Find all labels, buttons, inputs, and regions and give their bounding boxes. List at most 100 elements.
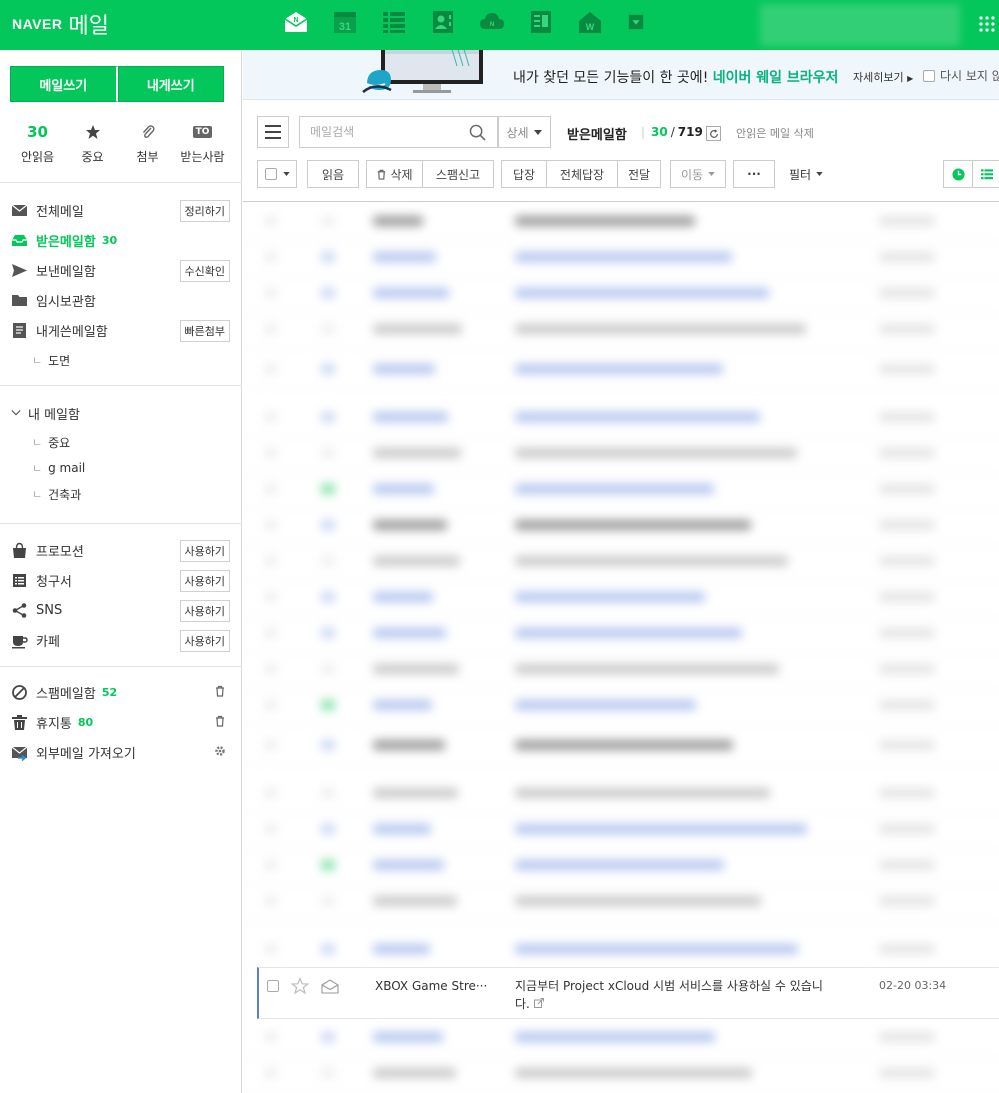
read-receipt-button[interactable]: 수신확인: [179, 260, 230, 282]
blurred-text-block: [265, 412, 277, 422]
enable-button[interactable]: 사용하기: [179, 630, 230, 652]
naver-mail-logo[interactable]: NAVER 메일: [12, 9, 109, 39]
forward-button[interactable]: 전달: [617, 160, 661, 188]
blurred-text-block: [515, 944, 798, 954]
spam-count: 52: [101, 685, 118, 699]
banner-highlight[interactable]: 네이버 웨일 브라우저: [713, 70, 839, 86]
folder-all-mail[interactable]: 전체메일 정리하기: [0, 195, 242, 225]
folder-spam[interactable]: 스팸메일함 52: [0, 677, 242, 707]
memo-app-icon[interactable]: [527, 8, 555, 36]
banner-hide-option[interactable]: 다시 보지 않: [923, 67, 999, 84]
row-divider: [243, 921, 999, 922]
smart-bills[interactable]: 청구서 사용하기: [0, 565, 242, 595]
smart-sns[interactable]: SNS 사용하기: [0, 595, 242, 625]
fetch-external-mail[interactable]: 외부메일 가져오기: [0, 737, 242, 767]
enable-button[interactable]: 사용하기: [179, 570, 230, 592]
write-mail-button[interactable]: 메일쓰기: [10, 66, 118, 102]
blurred-text-block: [265, 740, 277, 750]
refresh-button[interactable]: [706, 126, 721, 141]
todo-app-icon[interactable]: [380, 8, 408, 36]
mail-logo-text: 메일: [68, 14, 109, 39]
blurred-mail-row: [243, 314, 999, 350]
quick-attach-button[interactable]: 빠른첨부: [179, 320, 230, 342]
smart-cafe[interactable]: 카페 사용하기: [0, 625, 242, 655]
folder-trash[interactable]: 휴지통 80: [0, 707, 242, 737]
unread-count: 30: [27, 123, 48, 141]
mail-app-icon[interactable]: N: [282, 8, 310, 36]
contacts-app-icon[interactable]: [429, 8, 457, 36]
compose-buttons: 메일쓰기 내게쓰기: [10, 66, 224, 102]
write-to-self-button[interactable]: 내게쓰기: [117, 66, 224, 102]
banner-more-link[interactable]: 자세히보기 ▶: [853, 69, 913, 85]
subfolder-drawing[interactable]: ㄴ 도면: [32, 348, 70, 372]
select-all-dropdown[interactable]: [257, 160, 297, 188]
menu-button[interactable]: [257, 116, 289, 148]
blurred-text-block: [373, 896, 457, 906]
filter-dropdown[interactable]: 필터: [783, 160, 829, 188]
folder-self[interactable]: 내게쓴메일함 빠른첨부: [0, 315, 242, 345]
blurred-text-block: [515, 824, 807, 834]
mybox-item-gmail[interactable]: ㄴ g mail: [32, 456, 85, 480]
reply-button[interactable]: 답장: [501, 160, 547, 188]
folder-sent[interactable]: 보낸메일함 수신확인: [0, 255, 242, 285]
blurred-text-block: [515, 700, 696, 710]
cloud-app-icon[interactable]: N: [478, 8, 506, 36]
mybox-item-important[interactable]: ㄴ 중요: [32, 430, 70, 454]
move-dropdown[interactable]: 이동: [670, 160, 726, 188]
smart-promotion[interactable]: 프로모션 사용하기: [0, 535, 242, 565]
blurred-text-block: [321, 364, 335, 374]
envelope-open-icon[interactable]: [321, 979, 339, 994]
send-icon: [11, 263, 27, 277]
folder-drafts[interactable]: 임시보관함: [0, 285, 242, 315]
delete-button[interactable]: 삭제: [366, 160, 423, 188]
mail-search-input[interactable]: [300, 125, 465, 139]
blurred-mail-row: [243, 438, 999, 474]
blurred-mail-row: [243, 886, 999, 922]
household-ledger-icon[interactable]: W: [576, 8, 604, 36]
folder-inbox[interactable]: 받은메일함 30: [0, 225, 242, 255]
blurred-text-block: [265, 324, 277, 334]
quick-to-me[interactable]: TO 받는사람: [175, 120, 230, 170]
more-apps-dropdown-icon[interactable]: [626, 12, 646, 32]
search-icon[interactable]: [469, 124, 486, 141]
trash-icon[interactable]: [214, 685, 226, 697]
mail-sender[interactable]: XBOX Game Stre···: [375, 979, 495, 993]
list-view-button[interactable]: [972, 160, 999, 188]
blurred-mail-row: [243, 582, 999, 618]
blurred-mail-row: [243, 474, 999, 510]
report-spam-button[interactable]: 스팸신고: [422, 160, 494, 188]
quick-attachment[interactable]: 첨부: [120, 120, 175, 170]
my-mailbox-toggle[interactable]: 내 메일함: [0, 398, 242, 428]
banner-hide-checkbox[interactable]: [923, 69, 935, 82]
mail-row[interactable]: XBOX Game Stre··· 지금부터 Project xCloud 시범…: [257, 967, 999, 1019]
mark-read-button[interactable]: 읽음: [307, 160, 359, 188]
more-actions-button[interactable]: ···: [733, 160, 775, 188]
star-outline-icon[interactable]: [291, 977, 309, 995]
trash-icon[interactable]: [214, 715, 226, 727]
caret-down-icon: [282, 172, 290, 176]
quick-unread[interactable]: 30 안읽음: [10, 120, 65, 170]
select-all-checkbox[interactable]: [264, 168, 277, 180]
reply-all-button[interactable]: 전체답장: [546, 160, 618, 188]
whale-banner[interactable]: 내가 찾던 모든 기능들이 한 곳에! 네이버 웨일 브라우저 자세히보기 ▶ …: [243, 50, 999, 100]
quick-important[interactable]: 중요: [65, 120, 120, 170]
account-area-blurred[interactable]: [760, 4, 960, 46]
banner-hide-label: 다시 보지 않: [940, 69, 999, 83]
mail-subject[interactable]: 지금부터 Project xCloud 시범 서비스를 사용하실 수 있습니다.: [515, 977, 835, 1013]
enable-button[interactable]: 사용하기: [179, 540, 230, 562]
blurred-text-block: [879, 788, 935, 798]
organize-button[interactable]: 정리하기: [179, 200, 230, 222]
enable-button[interactable]: 사용하기: [179, 600, 230, 622]
blurred-text-block: [373, 740, 445, 750]
delete-unread-link[interactable]: 안읽은 메일 삭제: [736, 125, 814, 141]
mybox-item-architecture[interactable]: ㄴ 건축과: [32, 482, 81, 506]
mail-row-checkbox[interactable]: [267, 980, 279, 992]
detail-search-dropdown[interactable]: 상세: [497, 116, 551, 148]
apps-grid-icon[interactable]: [978, 15, 996, 33]
external-link-icon[interactable]: [533, 998, 544, 1008]
gear-icon[interactable]: [214, 745, 226, 757]
folder-title: 받은메일함: [567, 128, 627, 143]
folder-unread-count[interactable]: 30: [651, 125, 668, 139]
time-view-button[interactable]: [943, 160, 973, 188]
calendar-app-icon[interactable]: 31: [331, 8, 359, 36]
